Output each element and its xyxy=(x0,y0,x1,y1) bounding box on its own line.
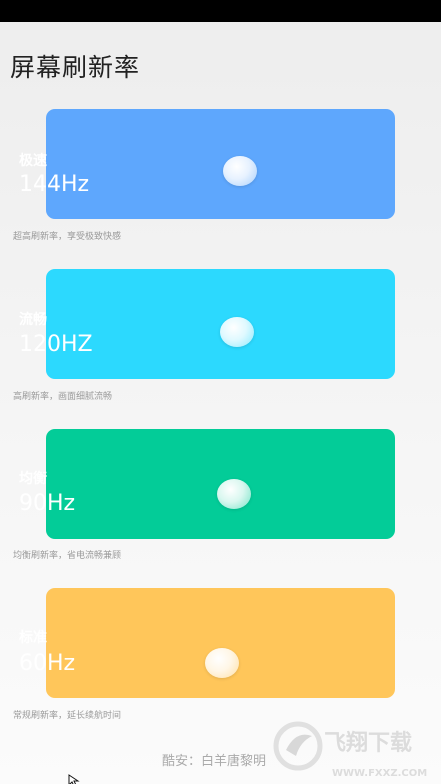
mode-name-label: 标准 xyxy=(19,630,47,646)
watermark-brand: 飞翔下载 xyxy=(324,730,412,756)
slider-knob[interactable] xyxy=(220,317,254,347)
mode-name-label: 极速 xyxy=(19,153,47,169)
mode-hz-label: 144Hz xyxy=(19,172,90,197)
slider-knob[interactable] xyxy=(217,479,251,509)
mode-name-label: 流畅 xyxy=(19,312,47,328)
refresh-mode-card-144[interactable] xyxy=(46,109,395,219)
mouse-pointer-icon xyxy=(68,774,80,784)
author-credit: 酷安：白羊唐黎明 xyxy=(162,754,267,769)
mode-hz-label: 60Hz xyxy=(19,651,76,676)
page-title: 屏幕刷新率 xyxy=(10,53,141,82)
mode-hz-label: 90Hz xyxy=(19,491,76,516)
slider-knob[interactable] xyxy=(205,648,239,678)
mode-description: 高刷新率，画面细腻流畅 xyxy=(13,392,113,402)
mode-description: 常规刷新率，延长续航时间 xyxy=(13,711,122,721)
status-bar xyxy=(0,0,441,22)
site-watermark: 飞翔下载 WWW.FXXZ.COM xyxy=(273,721,427,779)
mode-hz-label: 120HZ xyxy=(19,332,93,357)
slider-knob[interactable] xyxy=(223,156,257,186)
watermark-url: WWW.FXXZ.COM xyxy=(332,768,427,779)
refresh-mode-card-120[interactable] xyxy=(46,269,395,379)
mode-name-label: 均衡 xyxy=(19,471,47,487)
mode-description: 超高刷新率，享受极致快感 xyxy=(13,232,122,242)
mode-description: 均衡刷新率，省电流畅兼顾 xyxy=(13,551,122,561)
refresh-mode-card-90[interactable] xyxy=(46,429,395,539)
refresh-mode-card-60[interactable] xyxy=(46,588,395,698)
